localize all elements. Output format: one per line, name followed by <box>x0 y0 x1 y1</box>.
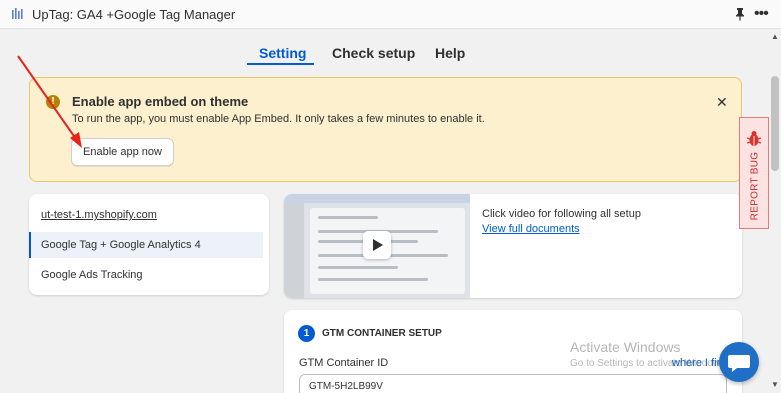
play-icon[interactable] <box>363 231 391 259</box>
scroll-up-icon[interactable]: ▲ <box>771 32 779 41</box>
banner-title: Enable app embed on theme <box>72 94 249 109</box>
setup-nav-card: ut-test-1.myshopify.com Google Tag + Goo… <box>29 194 269 295</box>
warning-icon: ! <box>46 95 60 109</box>
video-caption: Click video for following all setup <box>482 208 641 220</box>
gtm-container-id-input[interactable]: GTM-5H2LB99V <box>299 374 727 393</box>
banner-close-icon[interactable]: ✕ <box>716 94 728 111</box>
video-card: Click video for following all setup View… <box>284 194 742 298</box>
report-bug-label: REPORT BUG <box>749 151 761 221</box>
step-number-badge: 1 <box>298 325 315 342</box>
tab-help[interactable]: Help <box>435 45 465 61</box>
banner-text: To run the app, you must enable App Embe… <box>72 113 485 125</box>
app-embed-banner: ! Enable app embed on theme To run the a… <box>29 77 742 182</box>
video-thumbnail[interactable] <box>284 194 470 298</box>
tab-setting[interactable]: Setting <box>259 45 306 61</box>
active-tab-indicator <box>247 63 314 65</box>
app-bar: UpTag: GA4 +Google Tag Manager ••• <box>0 0 781 29</box>
nav-item-google-tag-ga4[interactable]: Google Tag + Google Analytics 4 <box>29 232 263 258</box>
chat-icon <box>728 355 750 372</box>
enable-app-button[interactable]: Enable app now <box>71 138 174 166</box>
uptag-logo-icon <box>12 8 23 19</box>
view-documents-link[interactable]: View full documents <box>482 223 580 235</box>
page-scrollbar[interactable]: ▲ ▼ <box>769 29 781 393</box>
gtm-container-label: GTM Container ID <box>299 357 389 369</box>
pin-icon[interactable] <box>733 7 747 21</box>
more-options-icon[interactable]: ••• <box>754 6 769 22</box>
scroll-thumb[interactable] <box>771 76 779 171</box>
tab-check-setup[interactable]: Check setup <box>332 45 415 61</box>
scroll-down-icon[interactable]: ▼ <box>771 380 779 389</box>
nav-item-google-ads[interactable]: Google Ads Tracking <box>29 262 263 288</box>
gtm-section-title: GTM CONTAINER SETUP <box>322 328 442 339</box>
bug-icon <box>747 131 761 146</box>
chat-support-button[interactable] <box>719 342 759 382</box>
activate-windows-subtitle: Go to Settings to activate Windows. <box>570 358 728 369</box>
report-bug-button[interactable]: REPORT BUG <box>739 117 769 229</box>
store-link[interactable]: ut-test-1.myshopify.com <box>41 209 157 221</box>
activate-windows-title: Activate Windows <box>570 339 681 355</box>
app-title: UpTag: GA4 +Google Tag Manager <box>32 7 236 22</box>
